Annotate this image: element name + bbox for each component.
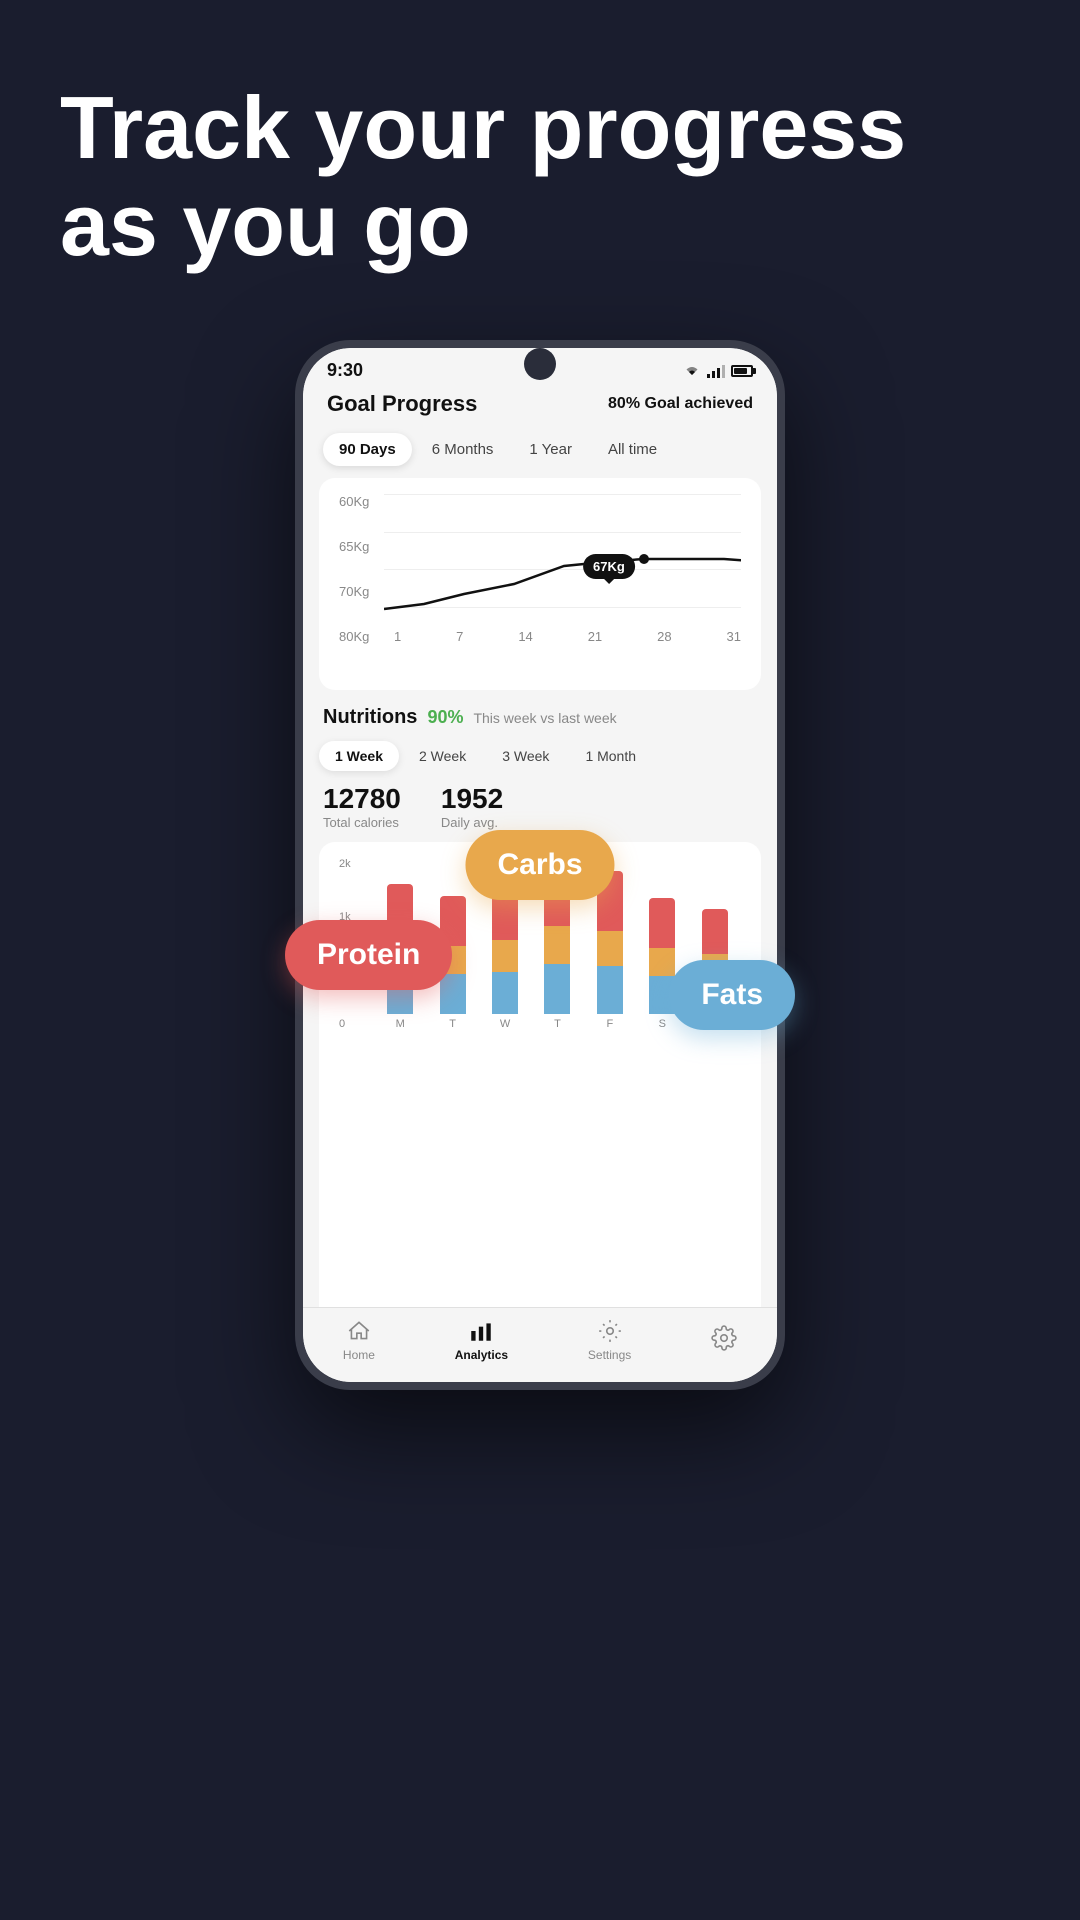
status-icons (683, 364, 753, 378)
y-label-65: 65Kg (339, 539, 369, 554)
weight-tooltip: 67Kg (583, 554, 635, 579)
bar-carbs-w (492, 940, 518, 972)
total-calories-label: Total calories (323, 815, 401, 830)
chart-area: 67Kg 1 7 14 21 28 31 (384, 494, 741, 644)
ntab-3week[interactable]: 3 Week (486, 741, 565, 771)
bar-protein-s2 (702, 909, 728, 954)
x-label-1: 1 (394, 629, 401, 644)
weight-chart-section: 60Kg 65Kg 70Kg 80Kg (319, 478, 761, 690)
ntab-1week[interactable]: 1 Week (319, 741, 399, 771)
bar-fats-t2 (544, 964, 570, 1014)
float-carbs-label: Carbs (465, 830, 614, 900)
y-label-80: 80Kg (339, 629, 369, 644)
hero-title-line1: Track your progress (60, 78, 906, 177)
x-label-21: 21 (588, 629, 602, 644)
bar-group-f: F (597, 871, 623, 1030)
stat-daily-avg: 1952 Daily avg. (441, 783, 503, 830)
settings-icon (597, 1318, 623, 1344)
goal-pct: 80% (608, 395, 640, 412)
chart-y-labels: 60Kg 65Kg 70Kg 80Kg (339, 494, 369, 644)
bar-label-t1: T (449, 1018, 456, 1030)
tab-90days[interactable]: 90 Days (323, 433, 412, 466)
y-label-70: 70Kg (339, 584, 369, 599)
bar-label-s1: S (659, 1018, 666, 1030)
bottom-nav: Home Analytics Settings (303, 1307, 777, 1382)
nav-analytics-label: Analytics (455, 1348, 508, 1362)
bar-stack-w (492, 882, 518, 1014)
hero-title-line2: as you go (60, 175, 471, 274)
phone-wrapper: 9:30 (295, 340, 785, 1390)
by-label-0: 0 (339, 1018, 357, 1030)
weight-chart: 60Kg 65Kg 70Kg 80Kg (339, 494, 741, 674)
daily-avg-label: Daily avg. (441, 815, 503, 830)
x-label-28: 28 (657, 629, 671, 644)
daily-avg-value: 1952 (441, 783, 503, 815)
phone-notch (524, 348, 556, 380)
x-label-14: 14 (518, 629, 532, 644)
bar-protein-s1 (649, 898, 675, 948)
nutrition-header: Nutritions 90% This week vs last week (303, 702, 777, 741)
nutrition-subtitle: This week vs last week (473, 710, 616, 726)
tab-1year[interactable]: 1 Year (513, 433, 588, 466)
bar-carbs-s1 (649, 948, 675, 976)
bar-fats-t1 (440, 974, 466, 1014)
home-icon (346, 1318, 372, 1344)
nutrition-title: Nutritions (323, 706, 417, 729)
bar-label-m: M (396, 1018, 405, 1030)
bar-chart-section: 2k 1k 500 0 (319, 842, 761, 1307)
status-time: 9:30 (327, 360, 363, 381)
header-goal: 80% Goal achieved (608, 395, 753, 413)
settings2-icon (711, 1325, 737, 1351)
stat-total-calories: 12780 Total calories (323, 783, 401, 830)
nav-analytics[interactable]: Analytics (455, 1318, 508, 1362)
goal-tabs: 90 Days 6 Months 1 Year All time (303, 429, 777, 478)
ntab-1month[interactable]: 1 Month (569, 741, 652, 771)
float-protein-label: Protein (285, 920, 452, 990)
nav-settings-label: Settings (588, 1348, 631, 1362)
bar-label-f: F (607, 1018, 614, 1030)
bar-fats-w (492, 972, 518, 1014)
bar-carbs-t2 (544, 926, 570, 964)
y-label-60: 60Kg (339, 494, 369, 509)
bar-label-t2: T (554, 1018, 561, 1030)
goal-label: Goal achieved (645, 395, 754, 412)
analytics-icon (468, 1318, 494, 1344)
ntab-2week[interactable]: 2 Week (403, 741, 482, 771)
nav-home-label: Home (343, 1348, 375, 1362)
bar-group-w: W (492, 882, 518, 1030)
nav-home[interactable]: Home (343, 1318, 375, 1362)
chart-x-labels: 1 7 14 21 28 31 (384, 629, 741, 644)
total-calories-value: 12780 (323, 783, 401, 815)
bar-group-s1: S (649, 898, 675, 1030)
side-button (781, 528, 785, 608)
hero-title: Track your progress as you go (60, 80, 1020, 274)
wifi-icon (683, 364, 701, 378)
bar-label-w: W (500, 1018, 510, 1030)
bar-fats-f (597, 966, 623, 1014)
weight-line-svg (384, 494, 741, 644)
nav-settings[interactable]: Settings (588, 1318, 631, 1362)
tab-6months[interactable]: 6 Months (416, 433, 510, 466)
nutrition-pct: 90% (427, 707, 463, 728)
hero-section: Track your progress as you go (60, 80, 1020, 274)
screen-header: Goal Progress 80% Goal achieved (303, 387, 777, 429)
nav-settings2[interactable] (711, 1325, 737, 1355)
by-label-2k: 2k (339, 858, 357, 870)
tab-alltime[interactable]: All time (592, 433, 673, 466)
bar-carbs-f (597, 931, 623, 966)
x-label-31: 31 (726, 629, 740, 644)
battery-icon (731, 365, 753, 377)
header-title: Goal Progress (327, 391, 477, 417)
nutrition-tabs: 1 Week 2 Week 3 Week 1 Month (303, 741, 777, 783)
signal-icon (707, 364, 725, 378)
float-fats-label: Fats (669, 960, 795, 1030)
x-label-7: 7 (456, 629, 463, 644)
